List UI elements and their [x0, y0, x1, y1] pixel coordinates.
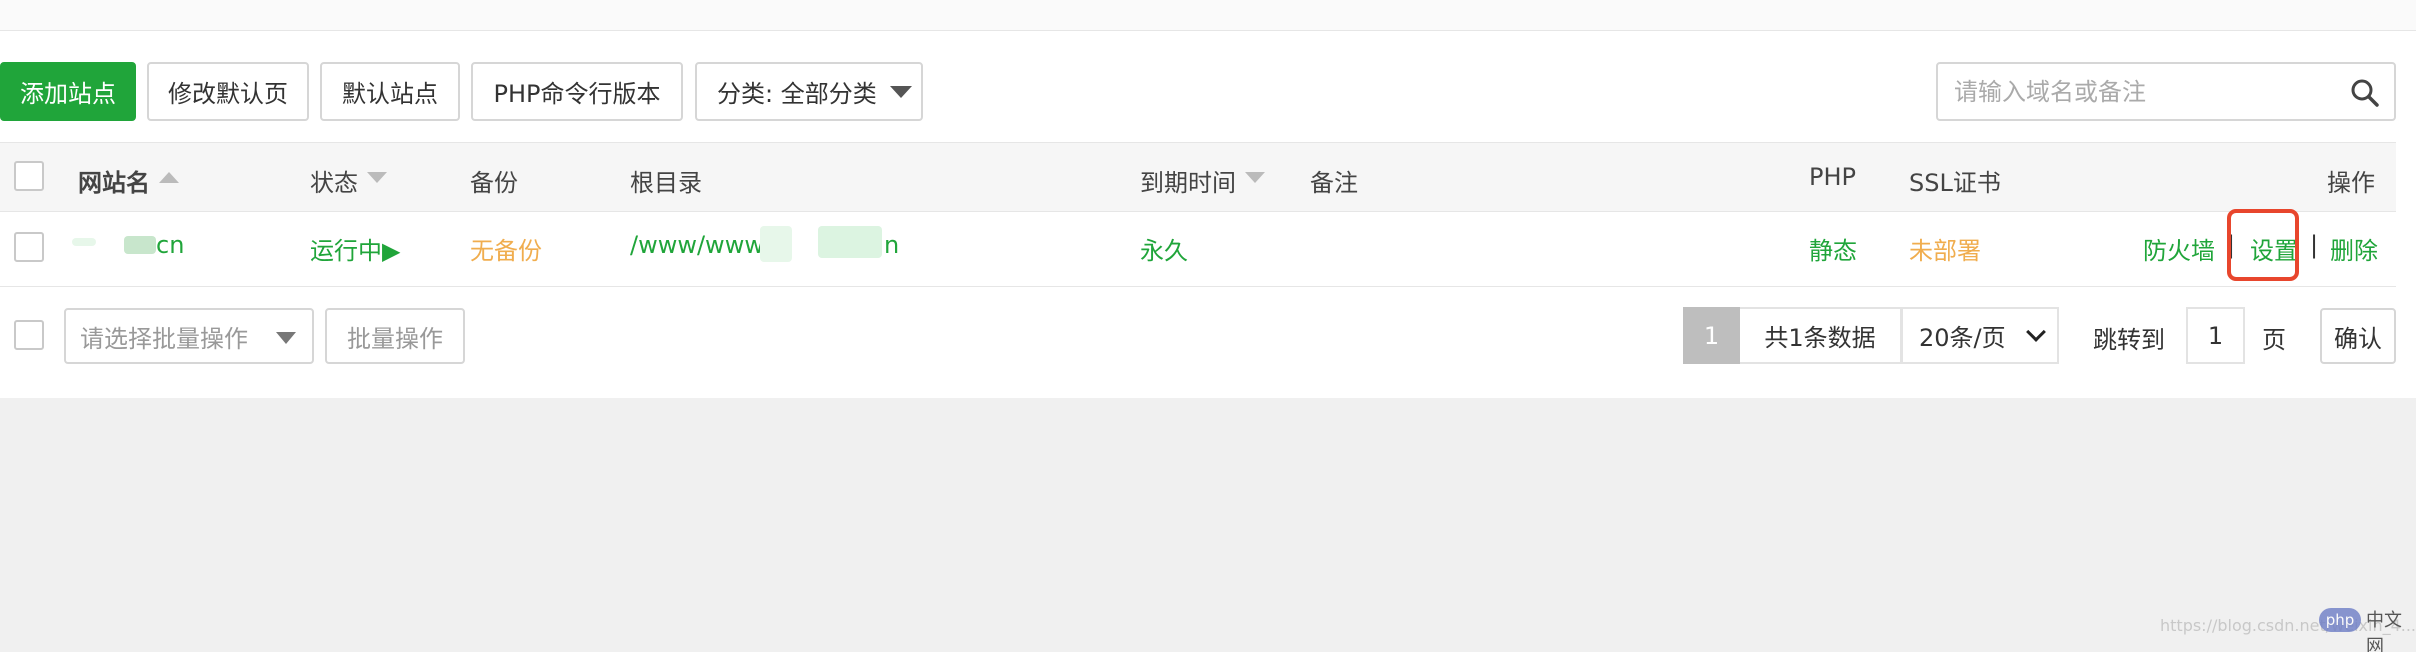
jump-label: 跳转到 — [2093, 326, 2165, 354]
header-root-dir: 根目录 — [630, 169, 702, 197]
redacted-blur — [760, 226, 792, 262]
redacted-blur — [124, 236, 156, 254]
header-status[interactable]: 状态 — [310, 163, 358, 198]
footer-select-all-checkbox[interactable] — [14, 320, 44, 350]
root-dir-tail: n — [884, 231, 900, 259]
header-backup: 备份 — [470, 169, 518, 197]
search-input[interactable] — [1954, 76, 2334, 108]
total-count: 共1条数据 — [1740, 307, 1902, 364]
batch-operation-select[interactable]: 请选择批量操作 — [64, 308, 314, 364]
batch-select-label: 请选择批量操作 — [80, 324, 248, 353]
select-all-checkbox[interactable] — [14, 161, 44, 191]
sort-asc-icon[interactable] — [159, 172, 179, 183]
category-select[interactable]: 分类: 全部分类 — [695, 62, 923, 121]
per-page-label: 20条/页 — [1919, 324, 2006, 352]
top-strip — [0, 0, 2416, 31]
header-site-name[interactable]: 网站名 — [78, 163, 150, 198]
batch-operation-button[interactable]: 批量操作 — [325, 308, 465, 364]
php-logo-icon: php — [2319, 608, 2361, 632]
action-separator: | — [2310, 231, 2319, 259]
per-page-select[interactable]: 20条/页 — [1901, 307, 2059, 364]
category-select-label: 分类: 全部分类 — [717, 80, 877, 108]
firewall-link[interactable]: 防火墙 — [2143, 231, 2215, 266]
ssl-status[interactable]: 未部署 — [1909, 231, 1981, 266]
delete-link[interactable]: 删除 — [2330, 231, 2378, 266]
header-expire[interactable]: 到期时间 — [1140, 163, 1236, 198]
current-page[interactable]: 1 — [1683, 307, 1740, 364]
redacted-blur — [818, 226, 882, 258]
redacted-blur — [72, 238, 96, 246]
header-note: 备注 — [1310, 169, 1358, 197]
chevron-down-icon — [276, 332, 296, 344]
root-dir-link[interactable]: /www/wwwr — [630, 231, 774, 259]
settings-highlight-box — [2227, 209, 2299, 281]
status-running[interactable]: 运行中▶ — [310, 231, 400, 266]
jump-page-input[interactable]: 1 — [2186, 307, 2245, 364]
edit-default-page-button[interactable]: 修改默认页 — [147, 62, 309, 121]
search-icon[interactable] — [2350, 78, 2380, 108]
sort-desc-icon[interactable] — [367, 172, 387, 183]
php-version[interactable]: 静态 — [1809, 231, 1857, 266]
row-checkbox[interactable] — [14, 232, 44, 262]
site-management-panel: 添加站点 修改默认页 默认站点 PHP命令行版本 分类: 全部分类 网站名 状态… — [0, 0, 2416, 398]
chevron-down-icon — [890, 86, 912, 98]
backup-status[interactable]: 无备份 — [470, 231, 542, 266]
page-unit-label: 页 — [2262, 326, 2286, 354]
confirm-jump-button[interactable]: 确认 — [2320, 308, 2396, 364]
header-actions: 操作 — [2327, 169, 2375, 197]
site-name-link[interactable]: cn — [156, 231, 184, 259]
table-header: 网站名 状态 备份 根目录 到期时间 备注 PHP SSL证书 操作 — [0, 142, 2396, 212]
sort-desc-icon[interactable] — [1245, 172, 1265, 183]
php-cli-version-button[interactable]: PHP命令行版本 — [471, 62, 683, 121]
header-php: PHP — [1809, 163, 1856, 191]
chevron-down-icon — [2026, 322, 2046, 342]
header-ssl: SSL证书 — [1909, 169, 2001, 197]
default-site-button[interactable]: 默认站点 — [320, 62, 460, 121]
search-box[interactable] — [1936, 62, 2396, 121]
watermark-site: 中文网 — [2366, 610, 2402, 652]
add-site-button[interactable]: 添加站点 — [0, 62, 136, 121]
expire-value[interactable]: 永久 — [1140, 231, 1188, 266]
table-row: cn 运行中▶ 无备份 /www/wwwr n 永久 静态 未部署 防火墙 | … — [0, 212, 2396, 287]
